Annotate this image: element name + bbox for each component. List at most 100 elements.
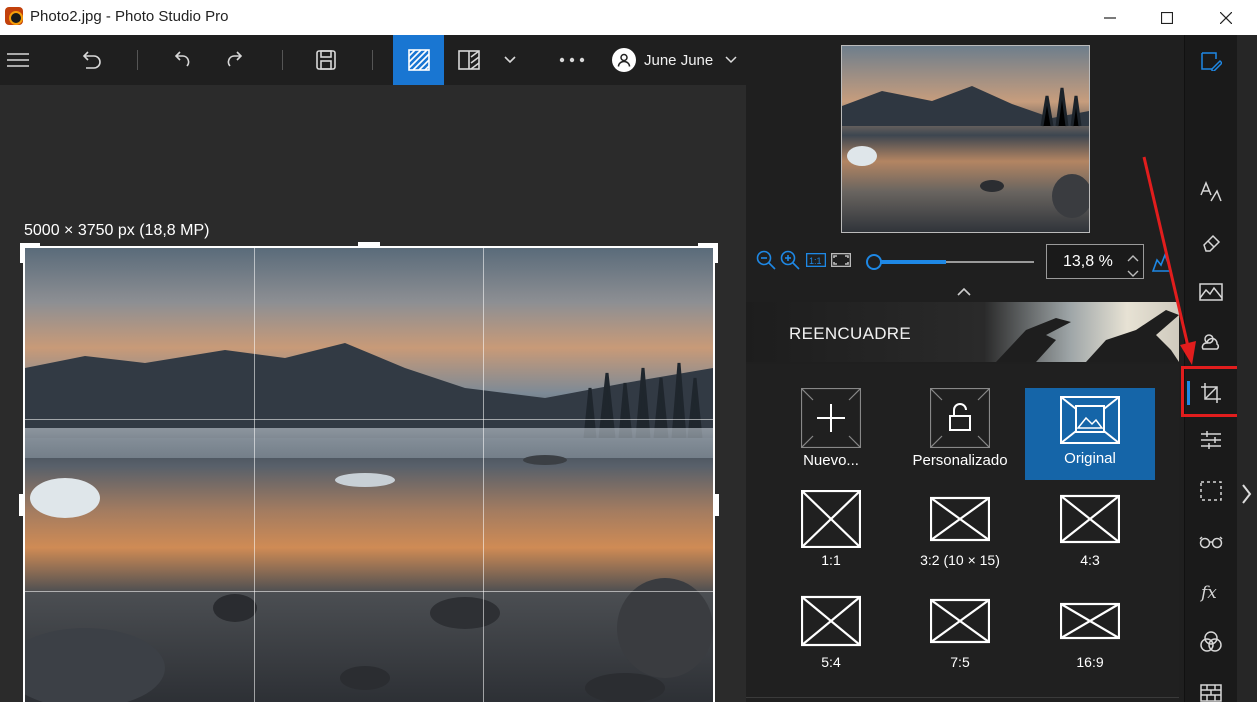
navigator-thumbnail[interactable]: [841, 45, 1092, 233]
crop-tool-highlight: [1181, 366, 1240, 417]
split-view-icon: [458, 50, 480, 70]
save-button[interactable]: [310, 35, 342, 85]
chevron-up-icon: [957, 287, 971, 296]
fit-to-window-icon: [830, 252, 852, 268]
user-account-button[interactable]: June June: [612, 47, 737, 73]
redo-icon: [227, 51, 243, 67]
color-tool-button[interactable]: [1184, 622, 1237, 662]
crop-option-label: 7:5: [950, 654, 970, 670]
hatched-view-icon: [407, 49, 430, 71]
revert-icon: [82, 51, 101, 69]
texture-tool-button[interactable]: [1184, 672, 1237, 702]
crop-handle-top-right[interactable]: [714, 243, 718, 263]
crop-option-label: 4:3: [1080, 552, 1100, 568]
crop-option-label: 16:9: [1076, 654, 1104, 670]
crop-option-5-4[interactable]: 5:4: [766, 592, 896, 682]
menu-button[interactable]: [0, 35, 36, 85]
ratio-5-4-icon: [801, 595, 861, 647]
crop-option-4-3[interactable]: 4:3: [1025, 490, 1155, 580]
weather-icon: [1201, 334, 1219, 350]
app-logo-icon: [5, 7, 23, 25]
main-toolbar: June June: [0, 35, 746, 85]
adjust-tool-button[interactable]: [1184, 420, 1237, 460]
eraser-icon: [1202, 234, 1220, 252]
crop-option-3-2[interactable]: 3:2 (10 × 15): [895, 490, 1025, 580]
plus-icon: [801, 388, 861, 448]
zoom-in-button[interactable]: [780, 250, 800, 275]
compare-view-button[interactable]: [393, 35, 444, 85]
image-icon: [1060, 396, 1120, 444]
crop-frame[interactable]: [23, 246, 715, 702]
crop-handle-top[interactable]: [358, 242, 380, 247]
crop-option-1-1[interactable]: 1:1: [766, 490, 896, 580]
svg-text:fx: fx: [1199, 583, 1217, 602]
crop-option-custom[interactable]: Personalizado: [895, 388, 1025, 478]
zoom-value-input[interactable]: 13,8 %: [1046, 244, 1144, 279]
minimize-button[interactable]: [1080, 0, 1140, 35]
image-dimensions-label: 5000 × 3750 px (18,8 MP): [24, 222, 210, 239]
landscape-icon: [1198, 283, 1223, 301]
zoom-slider-thumb[interactable]: [866, 254, 882, 270]
fit-to-window-button[interactable]: [830, 252, 852, 272]
crop-option-7-5[interactable]: 7:5: [895, 592, 1025, 682]
thumbnail-scenery: [842, 86, 1092, 218]
crop-option-16-9[interactable]: 16:9: [1025, 592, 1155, 682]
zoom-out-button[interactable]: [756, 250, 776, 275]
revert-button[interactable]: [75, 35, 107, 85]
effects-tool-button[interactable]: fx: [1184, 572, 1237, 612]
minimize-icon: [1104, 16, 1116, 19]
crop-handle-top-left[interactable]: [20, 243, 24, 263]
chevron-down-icon: [504, 56, 516, 64]
crop-section-header: REENCUADRE: [746, 302, 1179, 362]
crop-option-label: 3:2 (10 × 15): [920, 552, 1000, 568]
color-circles-icon: [1199, 631, 1222, 652]
crop-option-label: Nuevo...: [803, 452, 859, 469]
chevron-down-icon: [725, 56, 737, 64]
view-dropdown-button[interactable]: [498, 35, 522, 85]
undo-button[interactable]: [166, 35, 198, 85]
actual-size-button[interactable]: 1:1: [805, 252, 827, 272]
section-title: REENCUADRE: [789, 324, 912, 343]
user-name: June June: [644, 51, 714, 69]
toolbar-divider: [137, 50, 138, 70]
crop-option-original[interactable]: Original: [1025, 388, 1155, 480]
selection-tool-button[interactable]: [1184, 471, 1237, 511]
undo-icon: [174, 51, 190, 67]
split-view-button[interactable]: [452, 35, 486, 85]
chevron-up-icon: [1127, 255, 1139, 262]
zoom-increase-button[interactable]: [1127, 249, 1139, 262]
ratio-1-1-icon: [801, 490, 861, 548]
zoom-controls: 1:1 13,8 %: [756, 244, 1176, 280]
panel-divider: [746, 697, 1179, 698]
hamburger-menu-icon: [7, 53, 29, 67]
crop-option-label: Personalizado: [912, 452, 1008, 469]
window-title: Photo2.jpg - Photo Studio Pro: [30, 8, 229, 25]
crop-options-grid: Nuevo... Personalizado Original 1:1 3:2 …: [746, 364, 1179, 702]
zoom-in-icon: [780, 250, 800, 270]
redo-button[interactable]: [219, 35, 251, 85]
svg-text:1:1: 1:1: [809, 256, 822, 266]
user-icon: [617, 53, 631, 67]
adjust-sliders-icon: [1200, 431, 1221, 449]
toolbar-divider: [282, 50, 283, 70]
expand-panel-strip[interactable]: [1237, 35, 1257, 702]
crop-handle-right[interactable]: [714, 494, 719, 516]
zoom-decrease-button[interactable]: [1127, 265, 1139, 277]
ratio-4-3-icon: [1060, 494, 1120, 544]
maximize-button[interactable]: [1137, 0, 1197, 35]
crop-option-new[interactable]: Nuevo...: [766, 388, 896, 478]
close-icon: [1220, 11, 1232, 24]
chevron-down-icon: [1127, 270, 1139, 277]
close-button[interactable]: [1196, 0, 1256, 35]
more-dots-icon: [559, 57, 585, 63]
crop-handle-left[interactable]: [19, 494, 24, 516]
edit-tool-button[interactable]: [1184, 40, 1237, 80]
toolbar-divider: [372, 50, 373, 70]
more-options-button[interactable]: [554, 35, 590, 85]
ratio-3-2-icon: [930, 496, 990, 542]
lock-icon: [930, 388, 990, 448]
zoom-out-icon: [756, 250, 776, 270]
collapse-navigator-button[interactable]: [956, 284, 972, 302]
ratio-7-5-icon: [930, 598, 990, 644]
glasses-tool-button[interactable]: [1184, 522, 1237, 562]
